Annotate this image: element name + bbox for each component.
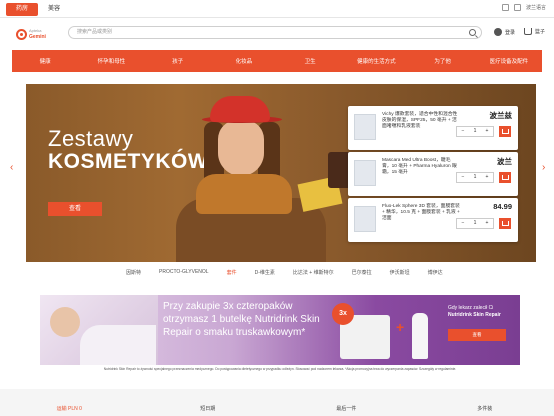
product-card[interactable]: Fluo-Lek Sphere 3D 套装，面膜套装 + 精华，10.5 克 +… — [348, 198, 518, 242]
tab-pharmacy[interactable]: 药房 — [6, 3, 38, 16]
minus-icon[interactable]: − — [457, 219, 469, 228]
minus-icon[interactable]: − — [457, 173, 469, 182]
product-card[interactable]: Vichy 爆款套装，适合中性和混合性皮肤的保湿，SPF25，50 毫升 + 洁… — [348, 106, 518, 150]
add-to-cart-button[interactable] — [499, 218, 511, 229]
promo-headline: Przy zakupie 3x czteropaków otrzymasz 1 … — [163, 301, 320, 338]
promo-cta-button[interactable]: 查看 — [448, 329, 506, 341]
account-button[interactable]: 登录 — [494, 28, 515, 36]
tab-beauty[interactable]: 美容 — [48, 3, 60, 16]
product-thumbnail — [354, 206, 376, 232]
nav-item-health[interactable]: 健康 — [12, 57, 78, 65]
logo-text: Apteka Gemini — [29, 28, 46, 40]
language-link[interactable]: 波兰语言 — [526, 4, 546, 11]
top-strip: 药房 美容 波兰语言 — [0, 0, 554, 18]
slider-tab[interactable]: 巴尔泰拉 — [346, 269, 378, 276]
product-thumbnail — [354, 114, 376, 140]
quantity-value[interactable]: 1 — [469, 127, 481, 136]
product-price: 波兰兹 — [489, 111, 513, 120]
search-icon[interactable] — [469, 29, 476, 36]
hero-model-image — [176, 88, 360, 262]
nav-item-pregnancy[interactable]: 怀孕和母性 — [78, 57, 144, 65]
slider-tab-active[interactable]: 套件 — [221, 269, 243, 276]
footer-item-short-date[interactable]: 短日期 — [139, 405, 278, 412]
category-bar: 运输 PLN 0 短日期 最后一件 多件装 — [0, 389, 554, 416]
slider-tab[interactable]: 博伊达 — [422, 269, 449, 276]
nav-item-cosmetics[interactable]: 化妆品 — [211, 57, 277, 65]
product-name[interactable]: Vichy 爆款套装，适合中性和混合性皮肤的保湿，SPF25，50 毫升 + 洁… — [382, 112, 460, 130]
slider-tab[interactable]: PROCTO-GLYVENOL — [153, 269, 215, 275]
slider-tab[interactable]: 伊沃斯坦 — [384, 269, 416, 276]
footer-item-last-items[interactable]: 最后一件 — [277, 405, 416, 412]
minus-icon[interactable]: − — [457, 127, 469, 136]
chevron-left-icon[interactable]: ‹ — [10, 162, 13, 173]
promo-side-line2: Nutridrink Skin Repair — [448, 312, 501, 318]
quantity-value[interactable]: 1 — [469, 173, 481, 182]
nav-item-hygiene[interactable]: 卫生 — [277, 57, 343, 65]
logo-icon — [16, 28, 27, 40]
hero-title-line1: Zestawy — [48, 126, 134, 151]
instagram-icon[interactable] — [513, 4, 521, 11]
product-name[interactable]: Fluo-Lek Sphere 3D 套装，面膜套装 + 精华，10.5 克 +… — [382, 204, 460, 222]
add-to-cart-button[interactable] — [499, 126, 511, 137]
header: Apteka Gemini 搜索产品或类别 登录 篮子 — [0, 18, 554, 48]
account-label: 登录 — [505, 29, 516, 36]
promo-side-text: Gdy lekarz zalecił Ci Nutridrink Skin Re… — [448, 305, 518, 319]
search-placeholder: 搜索产品或类别 — [77, 29, 113, 35]
top-right-links: 波兰语言 — [501, 4, 546, 11]
promo-badge: 3x — [332, 303, 354, 325]
hero-banner: Zestawy KOSMETYKÓW 查看 Vichy 爆款套装，适合中性和混合… — [26, 84, 536, 262]
main-nav: 健康 怀孕和母性 孩子 化妆品 卫生 健康的生活方式 为了他 医疗设备及配件 — [12, 50, 542, 72]
add-to-cart-button[interactable] — [499, 172, 511, 183]
logo[interactable]: Apteka Gemini — [16, 25, 56, 43]
quantity-stepper[interactable]: − 1 + — [456, 172, 494, 183]
plus-icon: + — [396, 319, 405, 335]
nutridrink-bottle-image — [412, 313, 428, 359]
promo-disclaimer: Nutridrink Skin Repair to żywność specja… — [103, 367, 457, 371]
footer-item-multipacks[interactable]: 多件装 — [416, 405, 554, 412]
logo-name: Gemini — [29, 34, 46, 40]
footer-item-shipping[interactable]: 运输 PLN 0 — [0, 405, 139, 412]
slider-tab[interactable]: 比达法 + 维斯特尔 — [287, 269, 340, 276]
cart-button[interactable]: 篮子 — [524, 28, 545, 35]
promo-banner[interactable]: Przy zakupie 3x czteropaków otrzymasz 1 … — [40, 295, 520, 365]
cart-icon — [524, 28, 532, 35]
nav-item-kids[interactable]: 孩子 — [145, 57, 211, 65]
product-price: 84.99 — [493, 202, 512, 211]
plus-icon[interactable]: + — [481, 173, 493, 182]
facebook-icon[interactable] — [501, 4, 509, 11]
nav-item-for-him[interactable]: 为了他 — [410, 57, 476, 65]
slider-tabs: 因斯特 PROCTO-GLYVENOL 套件 D-维生素 比达法 + 维斯特尔 … — [120, 266, 450, 278]
promo-patient-image — [40, 295, 158, 365]
nav-item-medical[interactable]: 医疗设备及配件 — [476, 57, 542, 65]
quantity-value[interactable]: 1 — [469, 219, 481, 228]
product-thumbnail — [354, 160, 376, 186]
promo-side-line1: Gdy lekarz zalecił Ci — [448, 305, 494, 311]
quantity-stepper[interactable]: − 1 + — [456, 126, 494, 137]
user-icon — [494, 28, 502, 36]
product-name[interactable]: Mascara Med Ultra Boost，睫毛膏，10 毫升 + Phar… — [382, 158, 460, 176]
hero-cta-button[interactable]: 查看 — [48, 202, 102, 216]
slider-tab[interactable]: D-维生素 — [249, 269, 281, 276]
cart-label: 篮子 — [535, 29, 546, 35]
product-price: 波兰 — [497, 157, 512, 166]
slider-tab[interactable]: 因斯特 — [120, 269, 147, 276]
nav-item-lifestyle[interactable]: 健康的生活方式 — [343, 57, 409, 65]
chevron-right-icon[interactable]: › — [542, 162, 545, 173]
plus-icon[interactable]: + — [481, 127, 493, 136]
product-card[interactable]: Mascara Med Ultra Boost，睫毛膏，10 毫升 + Phar… — [348, 152, 518, 196]
quantity-stepper[interactable]: − 1 + — [456, 218, 494, 229]
search-input[interactable]: 搜索产品或类别 — [68, 26, 482, 39]
plus-icon[interactable]: + — [481, 219, 493, 228]
